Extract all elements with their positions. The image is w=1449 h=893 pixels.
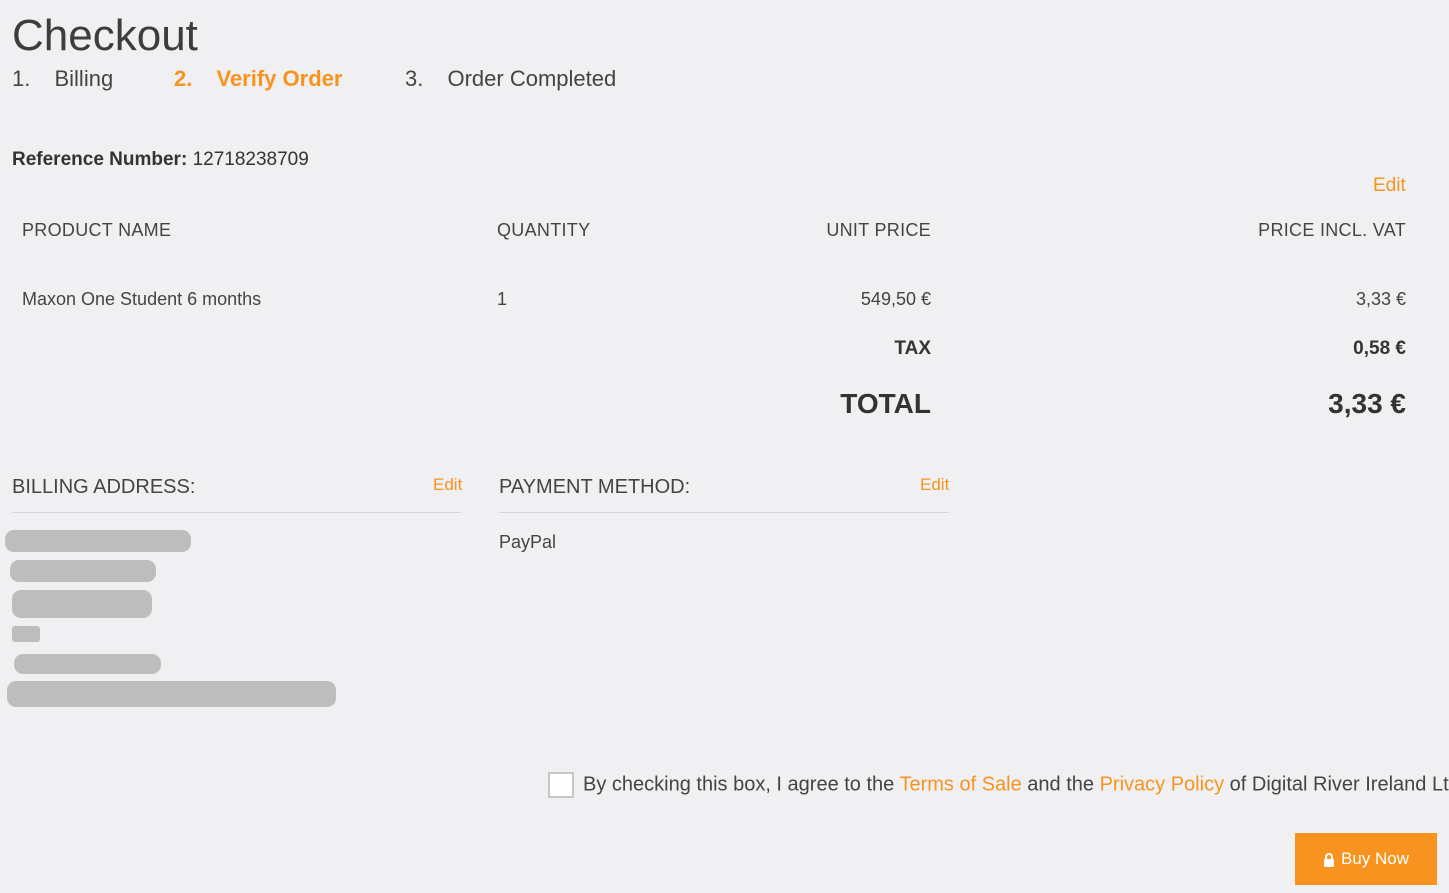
agreement-text: By checking this box, I agree to the Ter… — [583, 774, 1449, 796]
unit-price-value: 549,50 € — [860, 289, 931, 309]
lock-icon — [1323, 852, 1335, 867]
buy-now-label: Buy Now — [1340, 849, 1410, 868]
agree-checkbox[interactable] — [548, 771, 574, 798]
step-number: 1. — [12, 66, 31, 91]
column-header-price-incl-vat: PRICE INCL. VAT — [1258, 220, 1406, 240]
step-label: Verify Order — [216, 66, 343, 91]
tax-label: TAX — [894, 338, 931, 359]
divider — [12, 512, 461, 513]
quantity-value: 1 — [497, 289, 508, 309]
payment-method-value: PayPal — [499, 532, 557, 552]
step-number: 3. — [405, 66, 424, 91]
agreement-text-middle: and the — [1021, 773, 1100, 796]
redacted-line — [12, 590, 152, 618]
edit-payment-link[interactable]: Edit — [920, 474, 949, 496]
redacted-line — [10, 560, 156, 582]
step-number: 2. — [174, 66, 193, 91]
terms-agreement: By checking this box, I agree to the Ter… — [548, 769, 1449, 799]
reference-value: 12718238709 — [192, 149, 309, 170]
total-value: 3,33 € — [1328, 388, 1406, 419]
billing-address-heading: BILLING ADDRESS: — [12, 476, 196, 498]
agreement-text-before: By checking this box, I agree to the — [583, 773, 900, 796]
reference-label: Reference Number: — [12, 149, 188, 170]
step-label: Order Completed — [447, 66, 617, 91]
column-header-unit-price: UNIT PRICE — [826, 220, 931, 240]
step-order-completed: 3. Order Completed — [405, 65, 616, 93]
edit-order-link[interactable]: Edit — [1373, 174, 1406, 198]
redacted-line — [7, 681, 336, 707]
column-header-quantity: QUANTITY — [497, 220, 591, 240]
redacted-line — [12, 626, 40, 642]
step-verify-order: 2. Verify Order — [174, 65, 342, 93]
agreement-text-after: of Digital River Ireland Ltd.. — [1224, 773, 1449, 796]
page-title: Checkout — [12, 11, 198, 60]
reference-number: Reference Number: 12718238709 — [12, 148, 309, 172]
redacted-line — [5, 530, 191, 552]
edit-billing-link[interactable]: Edit — [433, 474, 462, 496]
divider — [499, 512, 949, 513]
total-label: TOTAL — [840, 388, 931, 419]
terms-of-sale-link[interactable]: Terms of Sale — [899, 774, 1021, 796]
buy-now-button[interactable]: Buy Now — [1295, 833, 1437, 885]
redacted-line — [14, 654, 161, 674]
checkout-page: Checkout 1. Billing 2. Verify Order 3. O… — [0, 0, 1449, 893]
price-incl-vat-value: 3,33 € — [1355, 289, 1406, 309]
product-name: Maxon One Student 6 months — [22, 289, 262, 309]
step-billing[interactable]: 1. Billing — [12, 65, 113, 93]
tax-value: 0,58 € — [1353, 338, 1406, 359]
privacy-policy-link[interactable]: Privacy Policy — [1100, 774, 1224, 796]
payment-method-heading: PAYMENT METHOD: — [499, 476, 691, 498]
column-header-product: PRODUCT NAME — [22, 220, 172, 240]
step-label: Billing — [54, 66, 114, 91]
